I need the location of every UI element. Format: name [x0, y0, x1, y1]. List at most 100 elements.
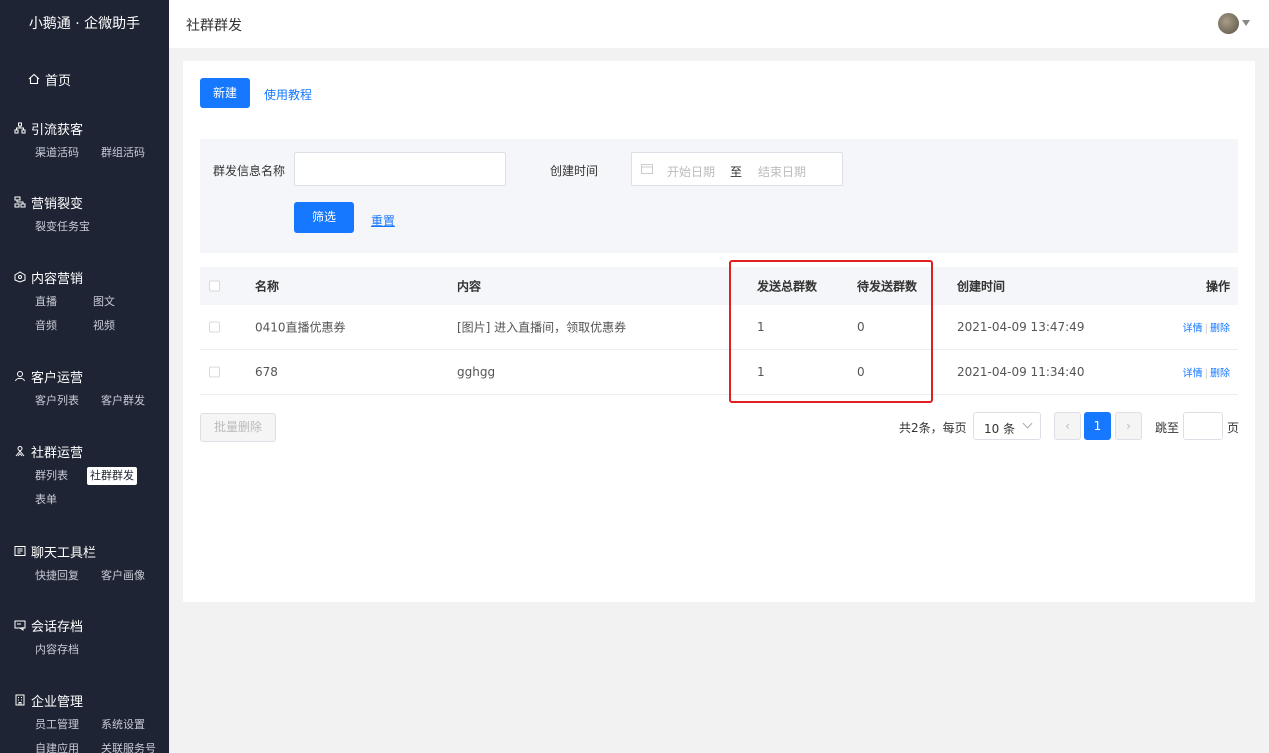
row-checkbox[interactable]: [209, 366, 220, 378]
column-name: 名称: [255, 279, 280, 294]
sidebar-group-label: 会话存档: [31, 619, 84, 635]
new-button[interactable]: 新建: [200, 78, 250, 108]
row-time: 2021-04-09 11:34:40: [957, 365, 1085, 379]
chevron-down-icon: [1022, 418, 1033, 429]
select-all-checkbox[interactable]: [209, 280, 220, 292]
sidebar-item-channel-code[interactable]: 渠道活码: [32, 144, 82, 162]
table-row: 678 gghgg 1 0 2021-04-09 11:34:40 详情 | 删除: [200, 350, 1238, 395]
time-filter-label: 创建时间: [550, 164, 599, 178]
row-actions: 详情 | 删除: [1177, 365, 1230, 380]
sidebar-group-label: 引流获客: [31, 122, 84, 138]
toolbar-icon: [14, 545, 26, 557]
row-name: 678: [255, 365, 278, 379]
sidebar-item-live[interactable]: 直播: [32, 293, 60, 311]
prev-page-button[interactable]: ‹: [1054, 412, 1081, 440]
sidebar-item-community-broadcast[interactable]: 社群群发: [87, 467, 137, 485]
sidebar-group-label: 企业管理: [31, 694, 84, 710]
sidebar-group-customer: 客户运营 客户列表 客户群发: [14, 366, 164, 410]
jump-label: 跳至: [1155, 421, 1180, 435]
sidebar-group-title-archive[interactable]: 会话存档: [14, 615, 98, 635]
network-icon: [14, 122, 26, 134]
sidebar-group-label: 内容营销: [31, 271, 84, 287]
filter-panel: 群发信息名称 创建时间 开始日期 至 结束日期 筛选 重置: [200, 139, 1238, 253]
main-card: 新建 使用教程 群发信息名称 创建时间 开始日期 至 结束日期 筛选 重置 名称…: [183, 61, 1255, 602]
column-time: 创建时间: [957, 279, 1006, 294]
sidebar-item-group-code[interactable]: 群组活码: [98, 144, 148, 162]
start-date-input[interactable]: 开始日期: [667, 163, 715, 180]
end-date-input[interactable]: 结束日期: [758, 163, 806, 180]
row-content: gghgg: [457, 365, 496, 379]
sidebar-group-label: 社群运营: [31, 445, 84, 461]
sidebar-item-form[interactable]: 表单: [32, 491, 60, 509]
filter-button[interactable]: 筛选: [294, 202, 354, 233]
action-divider: |: [1204, 368, 1208, 380]
sidebar-group-acquire: 引流获客 渠道活码 群组活码: [14, 118, 164, 162]
caret-down-icon[interactable]: [1242, 20, 1250, 26]
row-name: 0410直播优惠券: [255, 320, 346, 335]
range-separator: 至: [730, 165, 743, 179]
sidebar-group-title-chat-toolbar[interactable]: 聊天工具栏: [14, 541, 164, 561]
page-number-button[interactable]: 1: [1084, 412, 1111, 440]
home-icon: [28, 73, 40, 85]
row-checkbox[interactable]: [209, 321, 220, 333]
name-filter-label: 群发信息名称: [213, 164, 286, 178]
row-content: [图片] 进入直播间，领取优惠券: [457, 320, 627, 335]
reset-link[interactable]: 重置: [371, 212, 395, 229]
detail-link[interactable]: 详情: [1183, 369, 1203, 380]
sidebar-item-customer-broadcast[interactable]: 客户群发: [98, 392, 148, 410]
jump-page-input[interactable]: [1183, 412, 1223, 440]
page-size-select[interactable]: 10 条: [973, 412, 1041, 440]
sidebar-item-audio[interactable]: 音频: [32, 317, 60, 335]
sidebar-item-fission[interactable]: 裂变任务宝: [32, 218, 93, 236]
column-pending: 待发送群数: [857, 279, 918, 294]
sidebar-item-article[interactable]: 图文: [90, 293, 118, 311]
table-header: 名称 内容 发送总群数 待发送群数 创建时间 操作: [200, 267, 1238, 305]
sidebar-group-title-enterprise[interactable]: 企业管理: [14, 690, 169, 710]
detail-link[interactable]: 详情: [1183, 324, 1203, 335]
next-page-button[interactable]: ›: [1115, 412, 1142, 440]
sidebar-group-home[interactable]: 首页: [0, 69, 71, 89]
broadcast-table: 名称 内容 发送总群数 待发送群数 创建时间 操作 0410直播优惠券 [图片]…: [200, 267, 1238, 395]
sidebar-group-title-customer[interactable]: 客户运营: [14, 366, 164, 386]
name-filter-input[interactable]: [294, 152, 506, 186]
sidebar-item-custom-app[interactable]: 自建应用: [32, 740, 82, 753]
sidebar-item-settings[interactable]: 系统设置: [98, 716, 148, 734]
sidebar-group-title-community[interactable]: 社群运营: [14, 441, 153, 461]
page-title: 社群群发: [186, 18, 242, 34]
row-time: 2021-04-09 13:47:49: [957, 320, 1085, 334]
content-icon: [14, 271, 26, 283]
sidebar-item-content-archive[interactable]: 内容存档: [32, 641, 82, 659]
date-range-picker[interactable]: 开始日期 至 结束日期: [631, 152, 843, 186]
delete-link[interactable]: 删除: [1210, 324, 1230, 335]
sidebar: 小鹅通 · 企微助手 首页 引流获客 渠道活码 群组活码 营销裂变 裂变任务宝 …: [0, 0, 169, 753]
sidebar-item-customer-list[interactable]: 客户列表: [32, 392, 82, 410]
sidebar-item-group-list[interactable]: 群列表: [32, 467, 71, 485]
action-divider: |: [1204, 323, 1208, 335]
chevron-left-icon: ‹: [1065, 419, 1070, 433]
row-pending: 0: [857, 320, 865, 334]
batch-delete-button[interactable]: 批量删除: [200, 413, 276, 442]
sidebar-item-quick-reply[interactable]: 快捷回复: [32, 567, 82, 585]
sidebar-group-label: 客户运营: [31, 370, 84, 386]
jump-unit-label: 页: [1227, 421, 1240, 435]
column-actions: 操作: [1205, 279, 1230, 294]
sidebar-group-title-marketing[interactable]: 营销裂变: [14, 192, 109, 212]
sidebar-group-title-content[interactable]: 内容营销: [14, 267, 134, 287]
sidebar-item-customer-profile[interactable]: 客户画像: [98, 567, 148, 585]
sidebar-group-content: 内容营销 直播 图文 音频 视频: [14, 267, 134, 335]
sidebar-item-staff[interactable]: 员工管理: [32, 716, 82, 734]
sidebar-item-linked-account[interactable]: 关联服务号: [98, 740, 159, 753]
tutorial-link[interactable]: 使用教程: [264, 86, 312, 103]
sidebar-group-enterprise: 企业管理 员工管理 系统设置 自建应用 关联服务号: [14, 690, 169, 753]
sidebar-group-title-acquire[interactable]: 引流获客: [14, 118, 164, 138]
avatar[interactable]: [1218, 13, 1239, 34]
page-size-value: 10 条: [984, 422, 1016, 436]
sidebar-group-community: 社群运营 群列表 社群群发 表单: [14, 441, 153, 509]
column-content: 内容: [457, 279, 482, 294]
sidebar-group-label: 营销裂变: [31, 196, 84, 212]
row-actions: 详情 | 删除: [1177, 320, 1230, 335]
pagination-total: 共2条，每页: [899, 421, 967, 435]
sidebar-item-video[interactable]: 视频: [90, 317, 118, 335]
sidebar-group-chat-toolbar: 聊天工具栏 快捷回复 客户画像: [14, 541, 164, 585]
delete-link[interactable]: 删除: [1210, 369, 1230, 380]
